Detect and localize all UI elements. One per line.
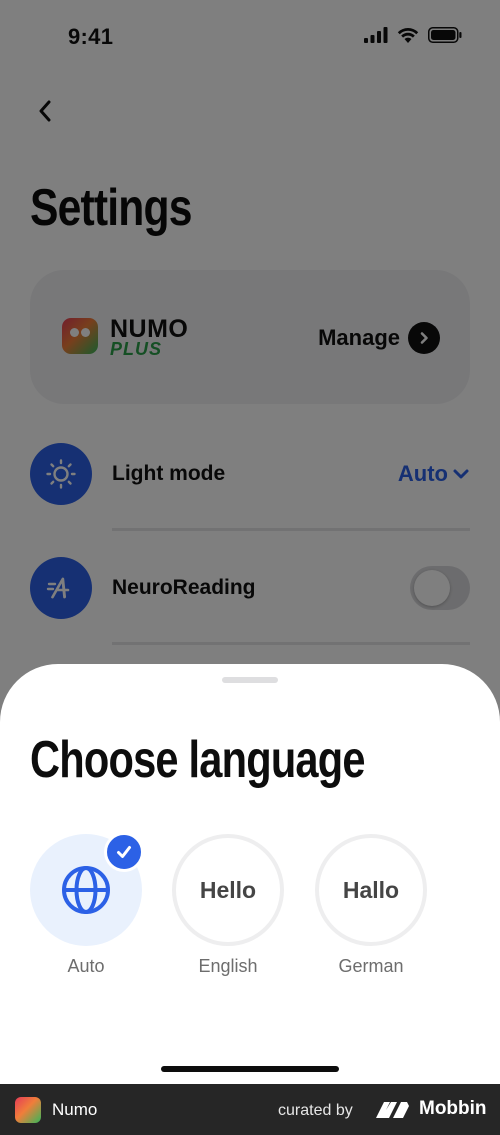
home-indicator	[161, 1066, 339, 1072]
language-option-label: Auto	[67, 956, 105, 976]
mobbin-logo-icon	[376, 1102, 409, 1118]
language-option-circle	[30, 832, 144, 946]
attribution-footer: Numo curated by Mobbin	[0, 1084, 500, 1135]
language-option-german[interactable]: Hallo German	[315, 834, 427, 977]
app-screen: 9:41 Settings	[0, 0, 500, 1084]
language-preview-text: Hallo	[342, 876, 400, 903]
language-option-label: English	[198, 956, 258, 976]
sheet-drag-handle[interactable]	[222, 677, 278, 683]
footer-brand-name: Mobbin	[419, 1098, 487, 1119]
footer-app-name: Numo	[52, 1100, 98, 1119]
footer-curated-by: curated by	[278, 1102, 353, 1119]
language-option-auto[interactable]: Auto	[30, 832, 144, 977]
language-option-circle: Hello	[172, 834, 284, 946]
language-option-circle: Hallo	[315, 834, 427, 946]
globe-icon	[62, 866, 110, 914]
numo-app-icon	[15, 1097, 41, 1123]
sheet-title: Choose language	[30, 731, 366, 789]
language-option-english[interactable]: Hello English	[172, 834, 284, 977]
checkmark-icon	[104, 832, 144, 872]
mobbin-brand: Mobbin	[376, 1098, 487, 1120]
language-bottom-sheet: Choose language Auto Hello English Hallo…	[0, 664, 500, 1084]
language-preview-text: Hello	[199, 876, 257, 903]
language-option-label: German	[338, 956, 404, 976]
